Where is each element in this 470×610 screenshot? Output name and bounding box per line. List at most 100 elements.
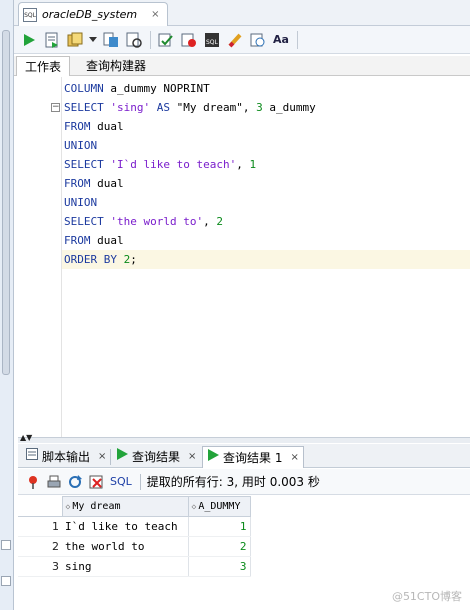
- editor-gutter: −: [18, 77, 62, 437]
- tab-query-result[interactable]: 查询结果 ×: [112, 446, 200, 468]
- fold-toggle-icon[interactable]: −: [51, 103, 60, 112]
- code-line[interactable]: UNION: [64, 193, 97, 212]
- close-icon[interactable]: ×: [188, 447, 196, 467]
- code-token: ;: [130, 253, 137, 266]
- run-statement-icon[interactable]: [20, 31, 38, 49]
- code-token: 'sing': [110, 101, 151, 114]
- panel-splitter[interactable]: ▲▼: [18, 433, 470, 443]
- table-row[interactable]: 1 I`d like to teach 1: [18, 516, 251, 537]
- code-token: 'the world to': [110, 215, 204, 228]
- code-line[interactable]: SELECT 'the world to', 2: [64, 212, 223, 231]
- close-icon[interactable]: ×: [290, 448, 298, 468]
- cell-a-dummy[interactable]: 1: [188, 516, 251, 537]
- worksheet-toolbar: SQL Aa: [14, 26, 470, 54]
- code-token: FROM: [64, 120, 91, 133]
- sort-icon[interactable]: ◇: [66, 502, 71, 511]
- row-number: 2: [18, 536, 62, 557]
- code-token: dual: [90, 177, 124, 190]
- sql-editor[interactable]: − COLUMN a_dummy NOPRINT SELECT 'sing' AS…: [18, 77, 470, 437]
- commit-icon[interactable]: [66, 31, 84, 49]
- code-token: ORDER BY: [64, 253, 117, 266]
- refresh-icon[interactable]: [66, 473, 83, 490]
- result-tabs: 脚本输出 × 查询结果 × 查询结果 1 ×: [18, 444, 470, 468]
- code-line[interactable]: ORDER BY 2;: [64, 250, 137, 269]
- cell-my-dream[interactable]: sing: [62, 556, 189, 577]
- code-line[interactable]: COLUMN a_dummy NOPRINT: [64, 79, 210, 98]
- code-token: ,: [236, 158, 250, 171]
- code-line[interactable]: FROM dual: [64, 117, 124, 136]
- code-token: FROM: [64, 234, 91, 247]
- explain-plan-icon[interactable]: [102, 31, 120, 49]
- tab-query-result-1[interactable]: 查询结果 1 ×: [202, 446, 304, 468]
- sql-tuning-icon[interactable]: SQL: [203, 31, 221, 49]
- grid-header-row: ◇ My dream ◇ A_DUMMY: [18, 496, 251, 517]
- row-number: 1: [18, 516, 62, 537]
- sql-button[interactable]: SQL: [110, 475, 132, 488]
- code-token: a_dummy NOPRINT: [103, 82, 210, 95]
- code-token: COLUMN: [64, 82, 104, 95]
- tab-label: 查询结果: [132, 450, 181, 464]
- autotrace-icon[interactable]: [125, 31, 143, 49]
- watermark: @51CTO博客: [391, 590, 462, 603]
- editor-tab-title: oracleDB_system: [42, 8, 138, 21]
- run-script-icon[interactable]: [43, 31, 61, 49]
- code-token: 1: [249, 158, 257, 171]
- left-collapse-box[interactable]: [1, 540, 11, 550]
- code-line[interactable]: SELECT 'I`d like to teach', 1: [64, 155, 256, 174]
- splitter-arrows-icon[interactable]: ▲▼: [20, 433, 32, 442]
- pin-icon[interactable]: [24, 473, 41, 490]
- left-collapse-box[interactable]: [1, 576, 11, 586]
- close-icon[interactable]: ×: [98, 447, 106, 467]
- code-token: "My dream",: [170, 101, 257, 114]
- code-token: SELECT: [64, 101, 104, 114]
- code-line[interactable]: UNION: [64, 136, 97, 155]
- table-row[interactable]: 3 sing 3: [18, 556, 251, 577]
- left-scrollbar[interactable]: [2, 30, 10, 375]
- toolbar-separator: [297, 30, 298, 49]
- tab-separator: [110, 449, 111, 465]
- code-token: UNION: [64, 196, 98, 209]
- code-token: UNION: [64, 139, 98, 152]
- tab-query-builder[interactable]: 查询构建器: [78, 56, 154, 76]
- editor-tab-bar: SQL oracleDB_system ×: [14, 0, 470, 26]
- code-line[interactable]: FROM dual: [64, 231, 124, 250]
- code-token: ,: [203, 215, 217, 228]
- print-icon[interactable]: [45, 473, 62, 490]
- sort-icon[interactable]: ◇: [192, 502, 197, 511]
- cell-a-dummy[interactable]: 2: [188, 536, 251, 557]
- cell-my-dream[interactable]: I`d like to teach: [62, 516, 189, 537]
- code-token: SELECT: [64, 215, 104, 228]
- column-header-label: A_DUMMY: [198, 501, 241, 512]
- code-token: 'I`d like to teach': [110, 158, 237, 171]
- result-toolbar: SQL 提取的所有行: 3, 用时 0.003 秒: [18, 469, 470, 495]
- column-header-a-dummy[interactable]: ◇ A_DUMMY: [187, 496, 251, 517]
- tab-worksheet[interactable]: 工作表: [16, 56, 71, 76]
- history-icon[interactable]: [249, 31, 267, 49]
- code-token: 3: [256, 101, 263, 114]
- cell-a-dummy[interactable]: 3: [188, 556, 251, 577]
- column-header-my-dream[interactable]: ◇ My dream: [61, 496, 189, 517]
- dropdown-icon[interactable]: [89, 31, 97, 49]
- code-token: a_dummy: [262, 101, 316, 114]
- cancel-icon[interactable]: [87, 473, 104, 490]
- tab-script-output[interactable]: 脚本输出 ×: [22, 446, 110, 468]
- code-token: 2: [216, 215, 223, 228]
- rollback-db-icon[interactable]: [180, 31, 198, 49]
- cell-my-dream[interactable]: the world to: [62, 536, 189, 557]
- toolbar-separator: [139, 473, 141, 490]
- format-icon[interactable]: Aa: [272, 31, 290, 49]
- code-line[interactable]: FROM dual: [64, 174, 124, 193]
- rollback-icon[interactable]: [157, 31, 175, 49]
- close-icon[interactable]: ×: [151, 9, 159, 20]
- code-line[interactable]: SELECT 'sing' AS "My dream", 3 a_dummy: [64, 98, 316, 117]
- table-row[interactable]: 2 the world to 2: [18, 536, 251, 557]
- row-number: 3: [18, 556, 62, 577]
- editor-tab[interactable]: SQL oracleDB_system ×: [18, 2, 168, 26]
- worksheet-tabs: 工作表 查询构建器: [14, 56, 470, 76]
- toolbar-separator: [150, 30, 151, 49]
- left-panel-strip: [0, 0, 14, 610]
- fetch-status: 提取的所有行: 3, 用时 0.003 秒: [146, 475, 320, 489]
- clear-icon[interactable]: [226, 31, 244, 49]
